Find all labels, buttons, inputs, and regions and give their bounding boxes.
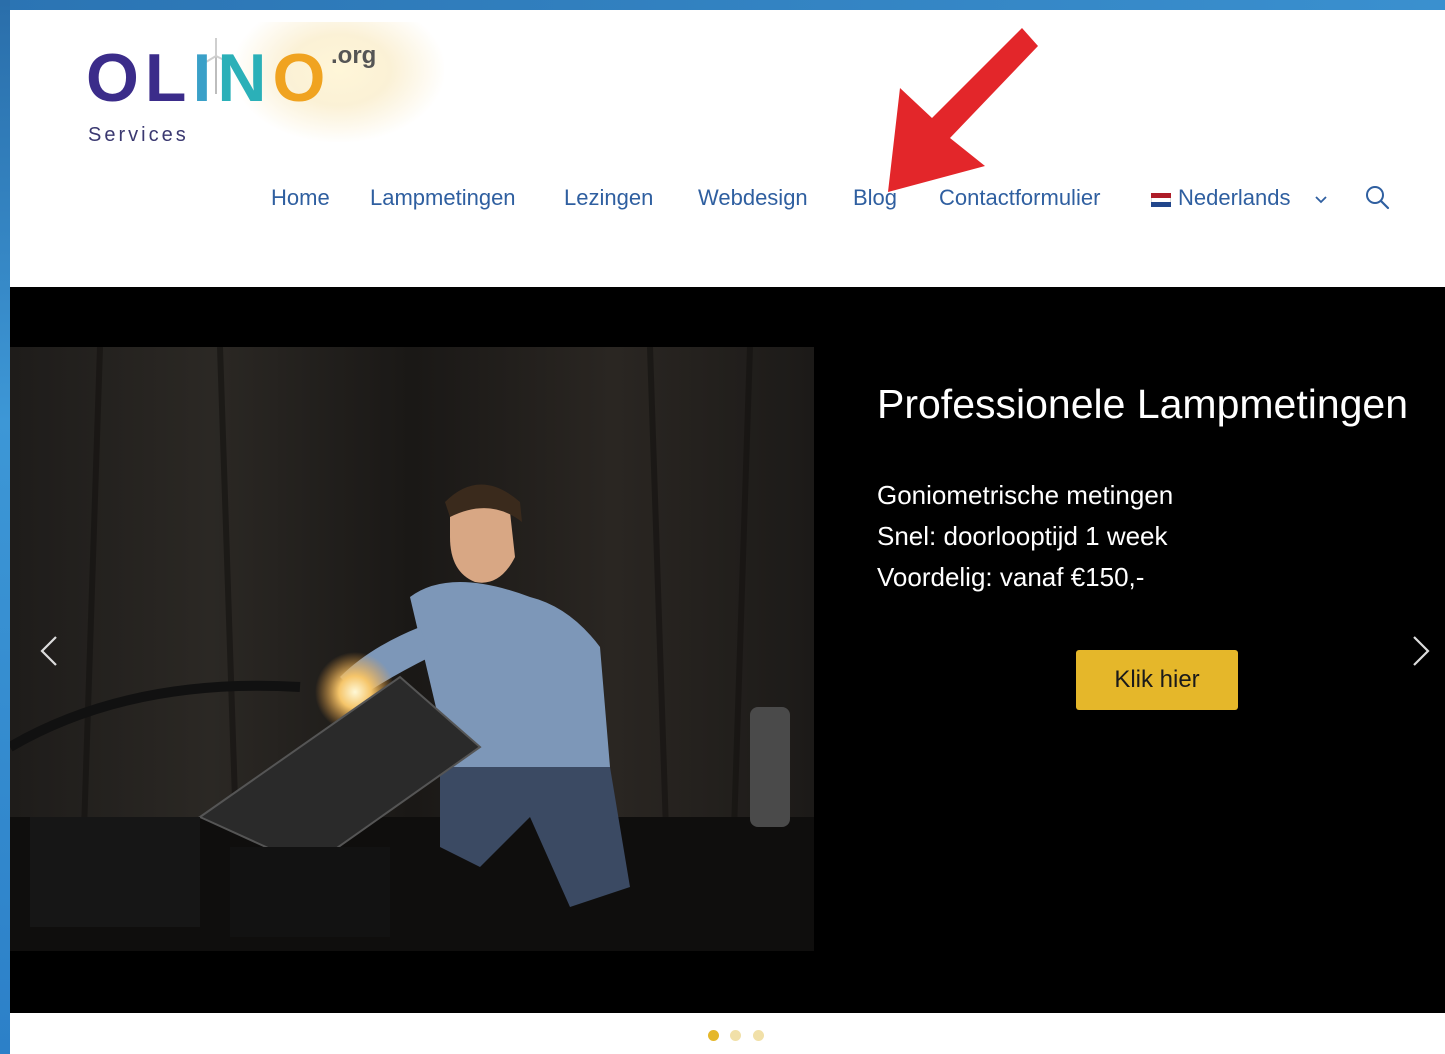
window-frame-top bbox=[0, 0, 1445, 10]
chevron-right-icon[interactable] bbox=[1410, 635, 1432, 667]
slider-dot-1[interactable] bbox=[708, 1030, 719, 1041]
logo-wordmark: OLINO bbox=[86, 44, 331, 112]
slide-bullet-2: Snel: doorlooptijd 1 week bbox=[877, 521, 1168, 551]
logo-letter-l: L bbox=[144, 40, 193, 116]
slide-title: Professionele Lampmetingen bbox=[877, 381, 1409, 427]
slide-photo-lamp-measurement bbox=[10, 347, 814, 951]
hero-slider: Professionele Lampmetingen Goniometrisch… bbox=[10, 287, 1445, 1013]
chevron-down-icon[interactable] bbox=[1314, 194, 1328, 206]
slide-bullet-1: Goniometrische metingen bbox=[877, 480, 1174, 510]
main-navigation: Home Lampmetingen Lezingen Webdesign Blo… bbox=[10, 180, 1445, 220]
site-logo[interactable]: OLINO .org Services bbox=[84, 22, 444, 152]
logo-letter-o: O bbox=[86, 40, 145, 116]
slide-photo-illustration bbox=[10, 347, 814, 951]
slide-bullet-3: Voordelig: vanaf €150,- bbox=[877, 562, 1145, 592]
web-page: OLINO .org Services Home Lampmetingen Le… bbox=[10, 10, 1445, 1054]
nav-webdesign[interactable]: Webdesign bbox=[698, 185, 808, 211]
slider-dot-2[interactable] bbox=[730, 1030, 741, 1041]
chevron-left-icon[interactable] bbox=[38, 635, 60, 667]
slider-dot-3[interactable] bbox=[753, 1030, 764, 1041]
window-frame-left bbox=[0, 0, 10, 1054]
nav-lezingen[interactable]: Lezingen bbox=[564, 185, 653, 211]
nav-lampmetingen[interactable]: Lampmetingen bbox=[370, 185, 516, 211]
logo-letter-i: I bbox=[192, 40, 218, 116]
nav-language-nederlands[interactable]: Nederlands bbox=[1178, 185, 1291, 211]
logo-letter-n: N bbox=[217, 40, 273, 116]
klik-hier-button[interactable]: Klik hier bbox=[1076, 650, 1238, 710]
red-annotation-arrow-icon bbox=[888, 28, 1038, 192]
netherlands-flag-icon bbox=[1151, 193, 1171, 207]
nav-home[interactable]: Home bbox=[271, 185, 330, 211]
logo-letter-o-sun: O bbox=[272, 40, 332, 116]
logo-services-text: Services bbox=[88, 124, 189, 146]
search-icon[interactable] bbox=[1365, 185, 1391, 213]
logo-org-suffix: .org bbox=[331, 42, 377, 69]
